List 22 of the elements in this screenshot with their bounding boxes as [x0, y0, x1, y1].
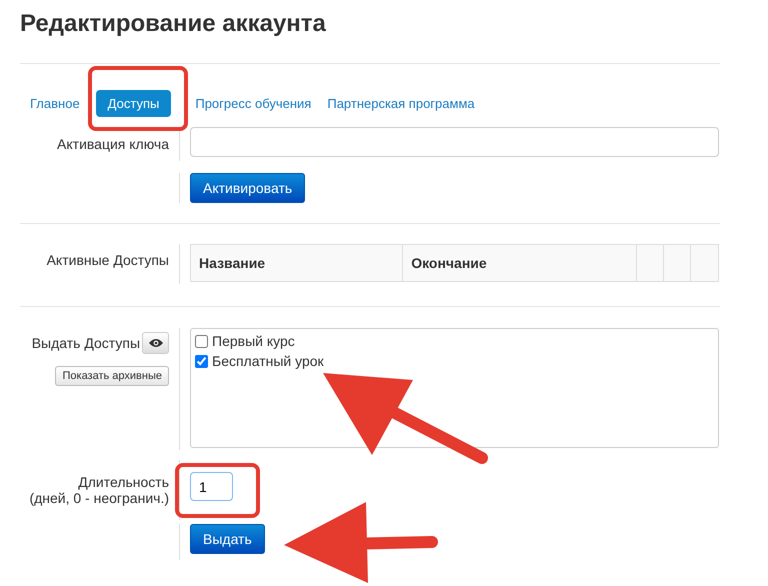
eye-icon[interactable]: [142, 332, 169, 354]
tab[interactable]: Партнерская программа: [327, 90, 485, 116]
tab[interactable]: Прогресс обучения: [195, 90, 322, 116]
tab[interactable]: Доступы: [96, 90, 172, 116]
course-label[interactable]: Бесплатный урок: [212, 353, 324, 369]
column-header: Название: [191, 245, 404, 281]
activate-button[interactable]: Активировать: [190, 173, 306, 203]
key-input-field[interactable]: [190, 127, 719, 157]
field-label: Активные Доступы: [46, 252, 169, 268]
column-header: Окончание: [403, 245, 638, 281]
field-label: Активация ключа: [57, 136, 169, 152]
field-hint: (дней, 0 - неогранич.): [29, 490, 169, 506]
grant-button[interactable]: Выдать: [190, 524, 265, 554]
checkbox[interactable]: [195, 334, 208, 348]
show-archived-button[interactable]: Показать архивные: [55, 366, 169, 386]
tab[interactable]: Главное: [30, 90, 96, 116]
field-label: Выдать Доступы: [32, 335, 140, 351]
checkbox[interactable]: [195, 354, 208, 368]
page-title: Редактирование аккаунта: [19, 9, 327, 39]
course-label[interactable]: Первый курс: [212, 333, 295, 349]
duration-input-field[interactable]: 1: [190, 472, 233, 501]
field-label: Длительность: [78, 474, 169, 490]
